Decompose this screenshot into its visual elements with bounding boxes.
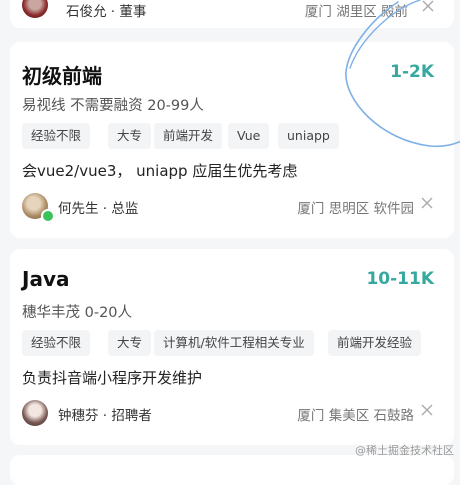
job-title: Java bbox=[22, 267, 70, 291]
job-description: 会vue2/vue3， uniapp 应届生优先考虑 bbox=[22, 162, 298, 180]
job-tag: 前端开发经验 bbox=[328, 330, 422, 356]
job-salary: 1-2K bbox=[390, 62, 434, 82]
job-card[interactable]: Java 10-11K 穗华丰茂 0-20人 经验不限 大专 计算机/软件工程相… bbox=[10, 249, 454, 445]
job-tag: 经验不限 bbox=[22, 330, 91, 356]
job-location: 厦门 思明区 软件园 bbox=[297, 201, 414, 217]
job-tag: 前端开发 bbox=[154, 123, 223, 149]
job-tag: 大专 bbox=[108, 123, 152, 149]
job-tag: 大专 bbox=[108, 330, 152, 356]
job-salary: 10-11K bbox=[366, 269, 434, 289]
job-footer: 何先生 · 总监 厦门 思明区 软件园 bbox=[22, 192, 434, 223]
job-card-partial-top[interactable]: 石俊允 · 董事 厦门 湖里区 殿前 bbox=[10, 0, 454, 28]
recruiter-avatar bbox=[22, 0, 48, 18]
job-description: 负责抖音端小程序开发维护 bbox=[22, 369, 203, 387]
job-tags: 经验不限 大专 计算机/软件工程相关专业 前端开发经验 bbox=[22, 330, 446, 358]
job-tag: 经验不限 bbox=[22, 123, 91, 149]
close-icon[interactable] bbox=[420, 403, 434, 417]
job-card[interactable]: 初级前端 1-2K 易视线 不需要融资 20-99人 经验不限 大专 前端开发 … bbox=[10, 42, 454, 238]
job-tags: 经验不限 大专 前端开发 Vue uniapp bbox=[22, 123, 446, 151]
job-tag: uniapp bbox=[278, 123, 339, 149]
recruiter-avatar bbox=[22, 400, 48, 426]
job-header: 初级前端 1-2K bbox=[22, 60, 434, 90]
close-icon[interactable] bbox=[420, 196, 434, 210]
watermark: @稀土掘金技术社区 bbox=[355, 444, 454, 457]
job-location: 厦门 湖里区 殿前 bbox=[304, 4, 408, 20]
online-status-icon bbox=[41, 209, 55, 223]
recruiter-name: 何先生 · 总监 bbox=[58, 201, 139, 217]
job-tag: 计算机/软件工程相关专业 bbox=[154, 330, 314, 356]
job-tag: Vue bbox=[228, 123, 270, 149]
company-info: 穗华丰茂 0-20人 bbox=[22, 305, 133, 321]
job-title: 初级前端 bbox=[22, 64, 102, 88]
company-info: 易视线 不需要融资 20-99人 bbox=[22, 98, 204, 114]
recruiter-name: 钟穗芬 · 招聘者 bbox=[58, 408, 152, 424]
recruiter-name: 石俊允 · 董事 bbox=[66, 4, 147, 20]
job-footer: 钟穗芬 · 招聘者 厦门 集美区 石鼓路 bbox=[22, 399, 434, 427]
job-location: 厦门 集美区 石鼓路 bbox=[297, 408, 414, 424]
job-header: Java 10-11K bbox=[22, 267, 434, 297]
close-icon[interactable] bbox=[422, 0, 434, 12]
